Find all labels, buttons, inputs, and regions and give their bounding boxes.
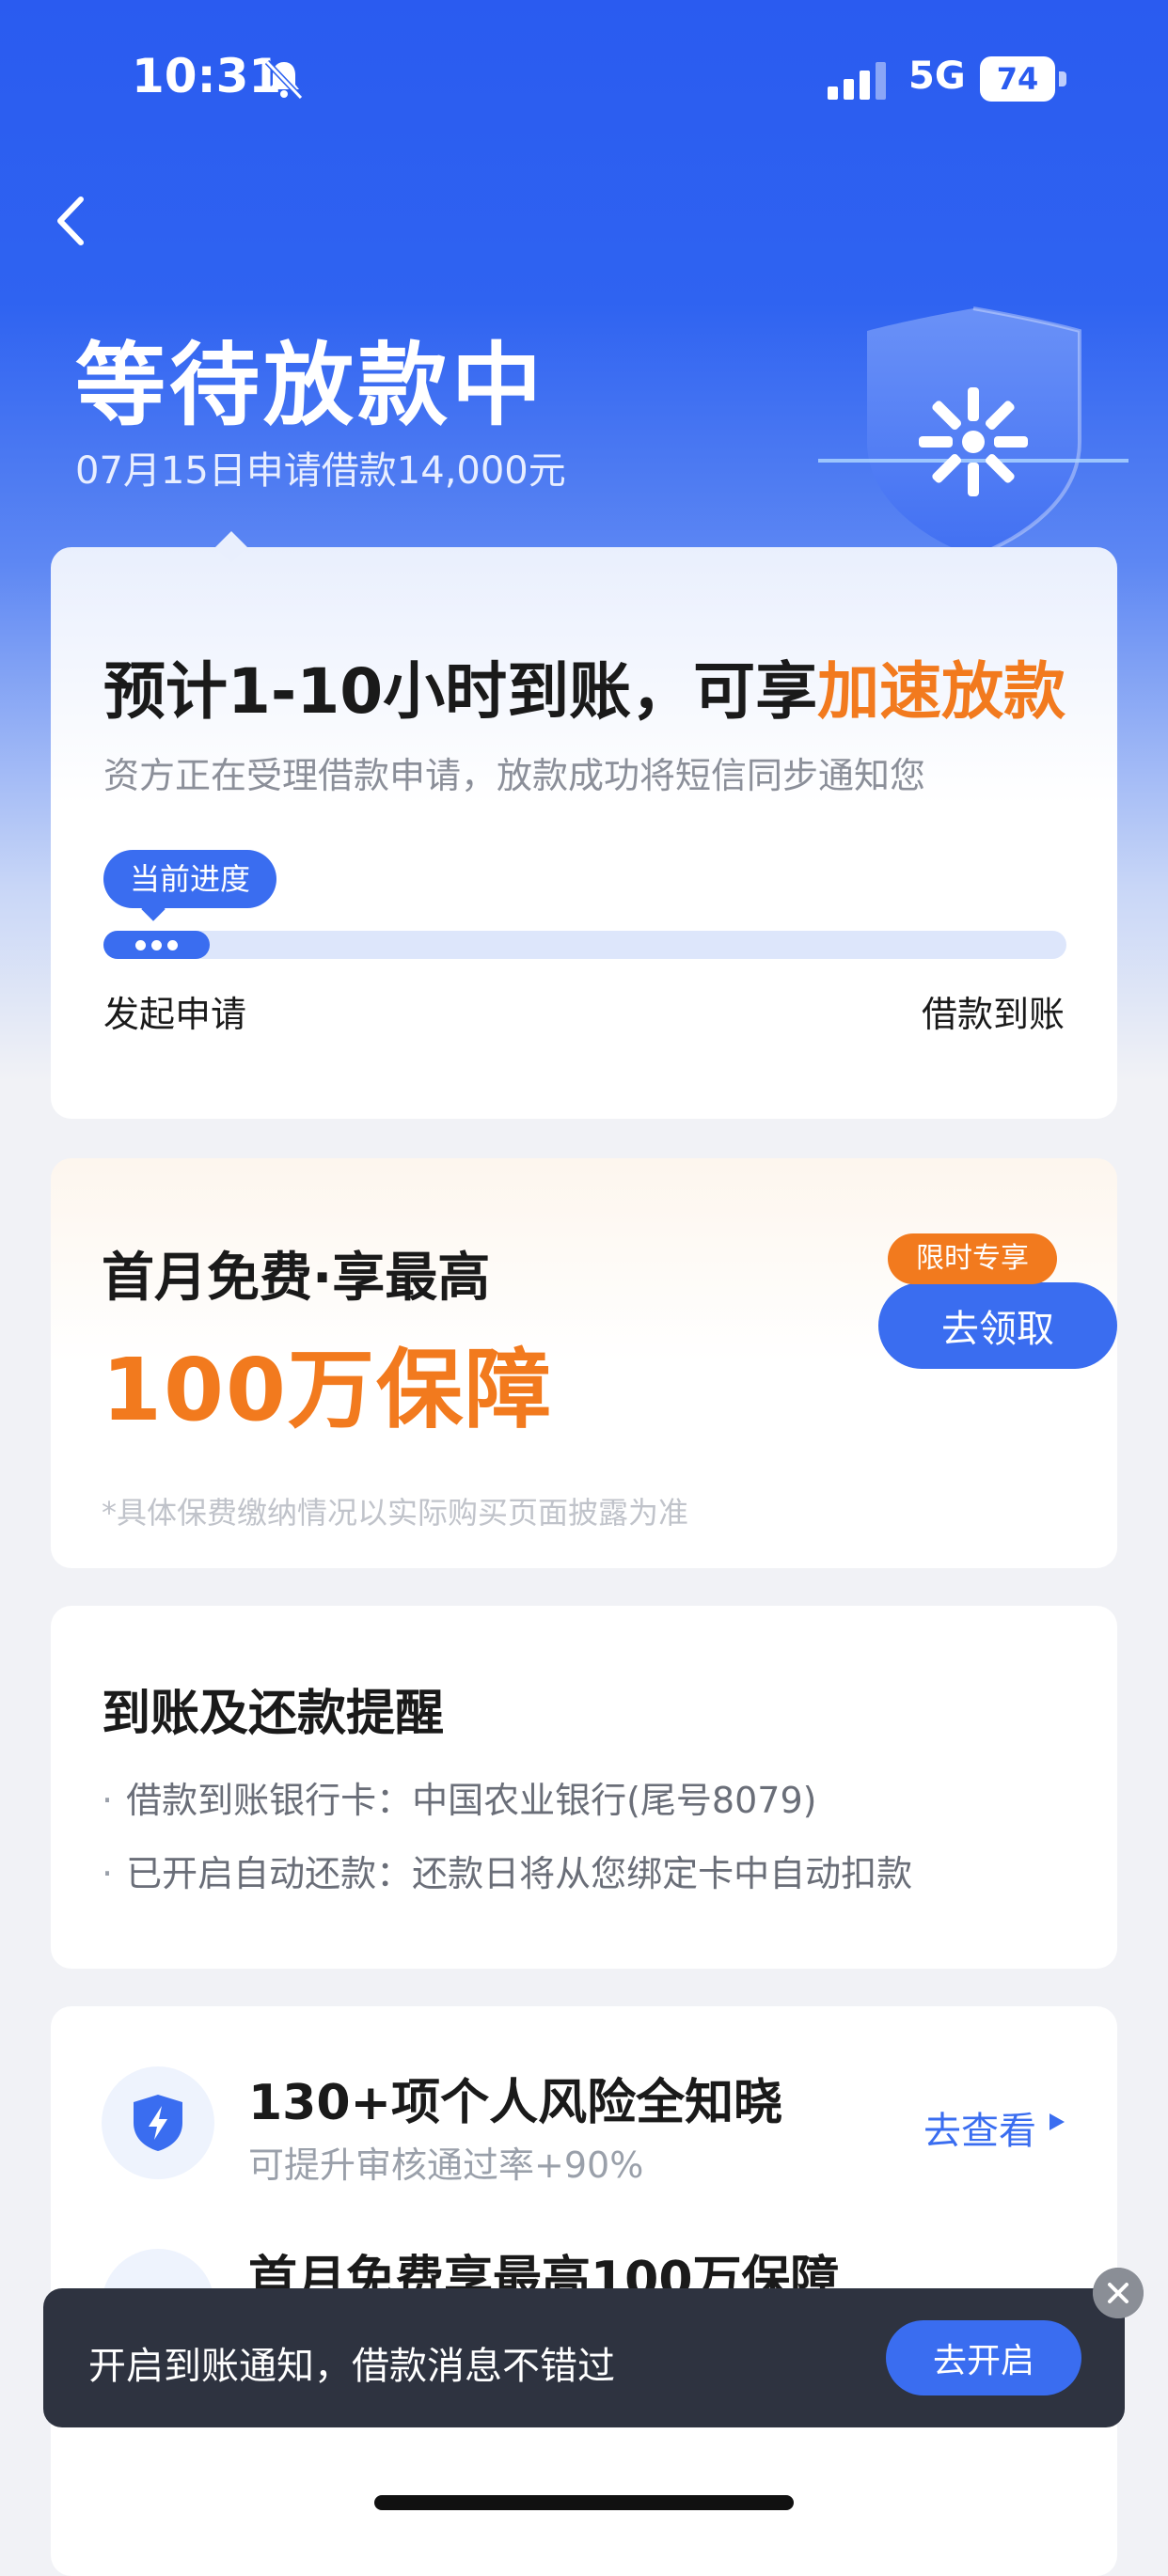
- insurance-promo-card: 首月免费·享最高 100万保障 限时专享 去领取 *具体保费缴纳情况以实际购买页…: [51, 1158, 1117, 1568]
- notification-toast: 开启到账通知，借款消息不错过 去开启: [43, 2288, 1125, 2427]
- battery-icon: 74: [980, 56, 1066, 102]
- insurance-amount: 100万保障: [102, 1340, 554, 1440]
- back-icon[interactable]: [47, 188, 94, 254]
- accelerate-label: 加速放款: [817, 655, 1066, 728]
- next-card: [51, 2463, 1117, 2576]
- step-arrival-label: 借款到账: [921, 994, 1065, 1035]
- status-bar: 10:31 5G 74: [0, 0, 1168, 160]
- battery-level: 74: [980, 56, 1055, 102]
- reminder-bank-card: 借款到账银行卡：中国农业银行(尾号8079): [126, 1780, 817, 1821]
- arrival-estimate: 预计1-10小时到账，可享加速放款: [103, 641, 1065, 731]
- risk-icon-container: [102, 2066, 214, 2179]
- network-type: 5G: [908, 55, 966, 98]
- page-title: 等待放款中: [75, 333, 545, 438]
- reminder-item: · 已开启自动还款：还款日将从您绑定卡中自动扣款: [102, 1853, 913, 1894]
- reminder-title: 到账及还款提醒: [102, 1686, 445, 1742]
- status-time: 10:31: [132, 49, 282, 103]
- repayment-reminder-card: 到账及还款提醒 · 借款到账银行卡：中国农业银行(尾号8079) · 已开启自动还款…: [51, 1606, 1117, 1969]
- toast-message: 开启到账通知，借款消息不错过: [88, 2345, 615, 2388]
- progress-description: 资方正在受理借款申请，放款成功将短信同步通知您: [103, 755, 926, 796]
- progress-fill: [103, 931, 210, 959]
- page-subtitle: 07月15日申请借款14,000元: [75, 449, 566, 493]
- risk-title: 130+项个人风险全知晓: [248, 2075, 783, 2131]
- current-progress-badge: 当前进度: [103, 850, 277, 908]
- bell-muted-icon: [264, 59, 304, 101]
- step-apply-label: 发起申请: [103, 994, 247, 1035]
- arrival-estimate-text: 预计1-10小时到账，可享: [103, 655, 818, 728]
- home-indicator: [374, 2495, 794, 2510]
- claim-button[interactable]: 去领取: [878, 1282, 1117, 1369]
- limited-offer-tag: 限时专享: [888, 1233, 1057, 1284]
- loan-progress-card: 预计1-10小时到账，可享加速放款 资方正在受理借款申请，放款成功将短信同步通知…: [51, 531, 1117, 1119]
- progress-bar: [103, 931, 1066, 959]
- view-risk-link[interactable]: 去查看: [923, 2100, 1036, 2155]
- close-icon[interactable]: [1093, 2268, 1144, 2318]
- reminder-auto-repay: 已开启自动还款：还款日将从您绑定卡中自动扣款: [126, 1853, 913, 1894]
- lightning-shield-icon: [134, 2095, 182, 2151]
- reminder-item: · 借款到账银行卡：中国农业银行(尾号8079): [102, 1780, 817, 1821]
- enable-notification-button[interactable]: 去开启: [886, 2320, 1081, 2395]
- risk-subtitle: 可提升审核通过率+90%: [248, 2144, 644, 2186]
- play-triangle-icon[interactable]: [1048, 2112, 1066, 2132]
- signal-icon: [828, 62, 886, 100]
- insurance-disclaimer: *具体保费缴纳情况以实际购买页面披露为准: [102, 1495, 689, 1531]
- insurance-headline: 首月免费·享最高: [102, 1248, 491, 1309]
- shield-logo-icon: [818, 306, 1129, 558]
